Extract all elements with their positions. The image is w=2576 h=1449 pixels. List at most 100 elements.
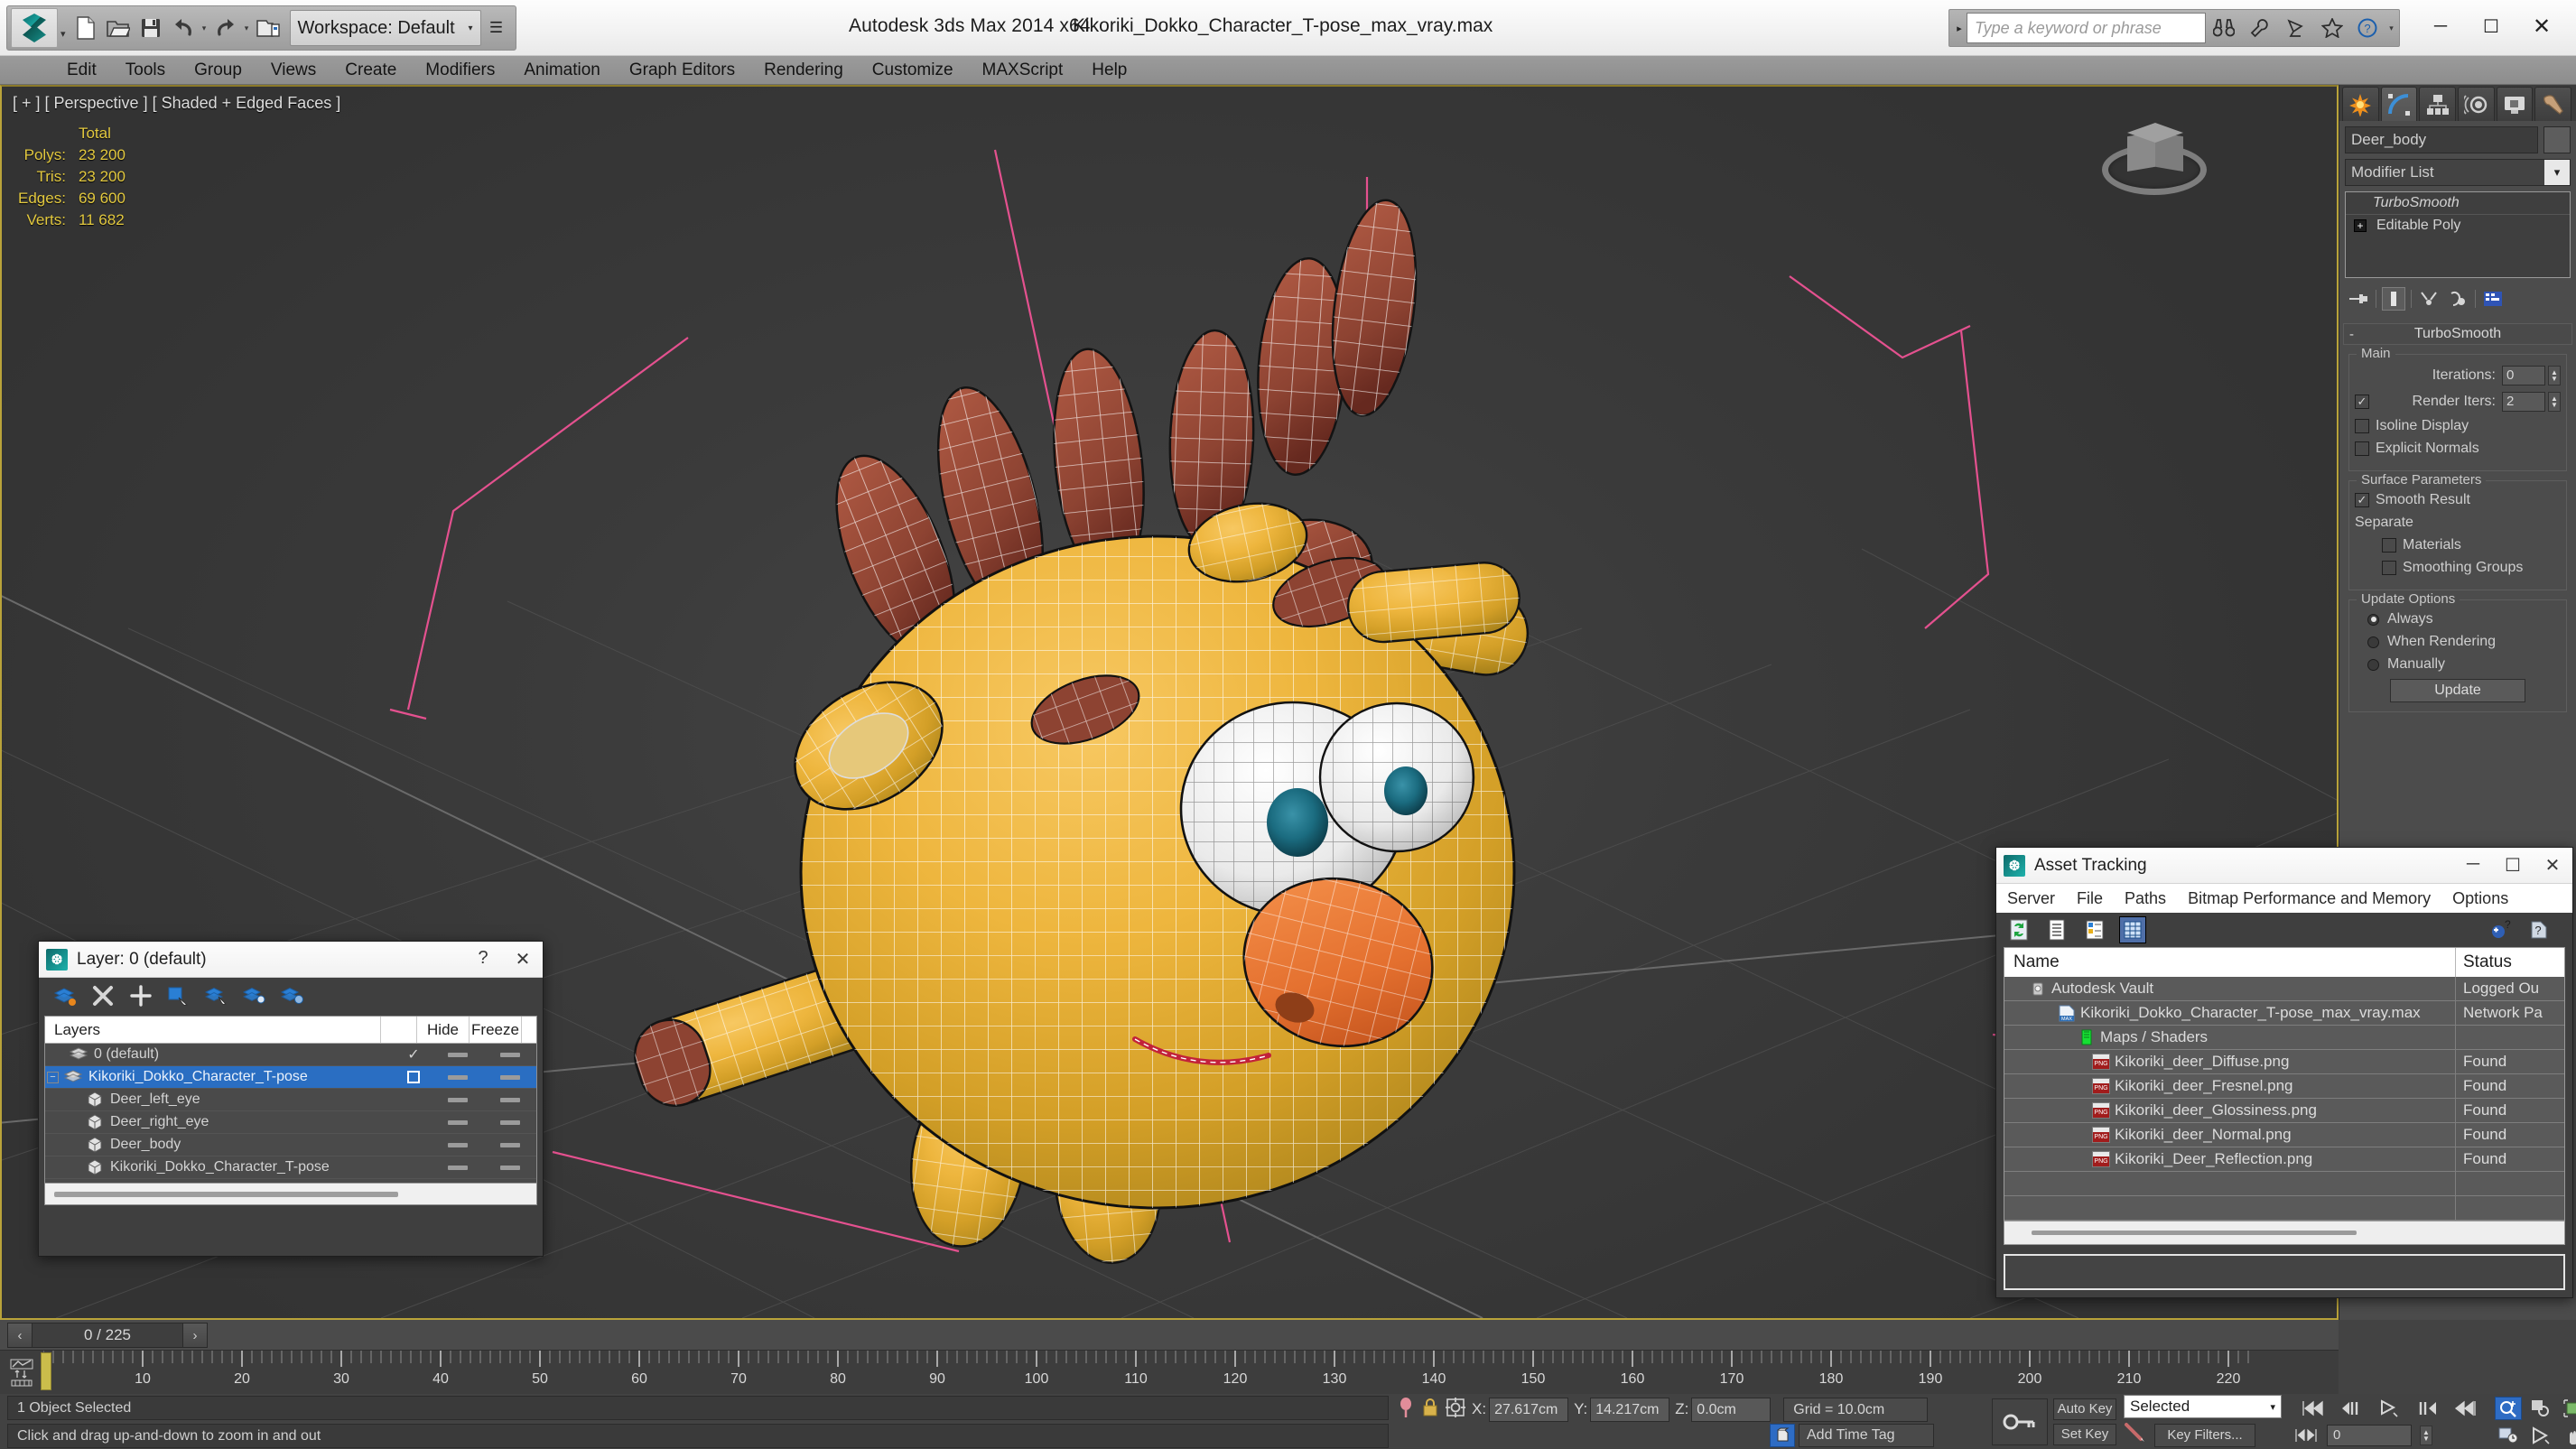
menu-graph-editors[interactable]: Graph Editors: [615, 56, 749, 85]
asset-row-max-file[interactable]: MAX Kikoriki_Dokko_Character_T-pose_max_…: [2004, 1001, 2564, 1026]
add-time-tag-button[interactable]: Add Time Tag: [1799, 1424, 1934, 1447]
set-key-pencil-icon[interactable]: [2124, 1422, 2147, 1448]
asset-maximize-button[interactable]: ☐: [2493, 854, 2533, 877]
asset-row-empty-2[interactable]: [2004, 1196, 2564, 1221]
asset-row-diffuse[interactable]: Kikoriki_deer_Diffuse.png Found: [2004, 1050, 2564, 1074]
viewcube-icon[interactable]: [2097, 107, 2212, 206]
layer-current-check[interactable]: ✓: [395, 1045, 432, 1064]
materials-checkbox[interactable]: [2382, 538, 2396, 553]
help-icon[interactable]: ?: [2525, 916, 2553, 943]
refresh-icon[interactable]: [2005, 916, 2032, 943]
list-view-icon[interactable]: [2043, 916, 2070, 943]
when-rendering-row[interactable]: When Rendering: [2355, 634, 2561, 650]
asset-dialog-titlebar[interactable]: ❆ Asset Tracking ─ ☐ ✕: [1996, 848, 2572, 884]
grid-view-icon[interactable]: [2119, 916, 2146, 943]
redo-icon[interactable]: [209, 10, 242, 46]
layer-list[interactable]: Layers Hide Freeze 0 (default) ✓ − Kikor…: [44, 1016, 537, 1205]
asset-menu-file[interactable]: File: [2077, 889, 2103, 908]
layer-freeze-toggle[interactable]: [484, 1052, 536, 1057]
create-new-layer-icon[interactable]: [51, 982, 79, 1009]
workspace-combo[interactable]: Workspace: Default ▾: [289, 10, 481, 46]
wrench-icon[interactable]: [2242, 12, 2278, 44]
absolute-mode-icon[interactable]: [1445, 1397, 1466, 1423]
modifier-stack[interactable]: TurboSmooth + Editable Poly: [2345, 191, 2571, 278]
viewport-label[interactable]: [ + ] [ Perspective ] [ Shaded + Edged F…: [13, 94, 340, 113]
details-view-icon[interactable]: [2081, 916, 2108, 943]
menu-tools[interactable]: Tools: [111, 56, 180, 85]
asset-row-fresnel[interactable]: Kikoriki_deer_Fresnel.png Found: [2004, 1074, 2564, 1099]
iterations-spinner[interactable]: 0 ▲ ▼: [2502, 366, 2561, 385]
snapshot-icon[interactable]: [1770, 1424, 1795, 1447]
z-coord-field[interactable]: 0.0cm: [1691, 1397, 1772, 1422]
undo-dropdown-icon[interactable]: ▾: [200, 10, 209, 46]
auto-key-button[interactable]: Auto Key: [2053, 1398, 2116, 1420]
render-iters-checkbox[interactable]: ✓: [2355, 395, 2369, 409]
layer-horizontal-scrollbar[interactable]: [45, 1183, 536, 1204]
menu-create[interactable]: Create: [330, 56, 411, 85]
asset-menu-bitmap-performance[interactable]: Bitmap Performance and Memory: [2188, 889, 2431, 908]
next-frame-arrow-icon[interactable]: ›: [183, 1328, 207, 1343]
explicit-normals-checkbox[interactable]: [2355, 441, 2369, 456]
show-end-result-icon[interactable]: [2382, 287, 2405, 311]
time-marker[interactable]: [41, 1352, 51, 1390]
utilities-tab[interactable]: [2534, 87, 2572, 121]
rollout-collapse-icon[interactable]: -: [2349, 327, 2354, 342]
delete-layer-icon[interactable]: [89, 982, 116, 1009]
render-iters-spinner[interactable]: 2 ▲ ▼: [2502, 392, 2561, 412]
track-bar-ruler[interactable]: 10 20 30 40 50 60 70 80 90 100 110 120 130 140 150…: [43, 1351, 2339, 1394]
smooth-result-row[interactable]: ✓ Smooth Result: [2355, 492, 2561, 508]
layer-row-deer-left-eye[interactable]: Deer_left_eye: [45, 1089, 536, 1111]
make-unique-icon[interactable]: [2417, 287, 2441, 311]
layer-help-button[interactable]: ?: [463, 948, 503, 971]
chevron-down-icon[interactable]: ▾: [2270, 1401, 2275, 1413]
layer-hide-toggle[interactable]: [432, 1052, 484, 1057]
menu-edit[interactable]: Edit: [52, 56, 111, 85]
satellite-dish-icon[interactable]: [2278, 12, 2314, 44]
menu-group[interactable]: Group: [180, 56, 256, 85]
menu-maxscript[interactable]: MAXScript: [968, 56, 1078, 85]
turbosmooth-rollout-header[interactable]: - TurboSmooth: [2343, 323, 2572, 345]
asset-menu-server[interactable]: Server: [2007, 889, 2055, 908]
menu-rendering[interactable]: Rendering: [749, 56, 858, 85]
pin-icon[interactable]: [1396, 1396, 1416, 1424]
frame-spin-buttons[interactable]: ▲ ▼: [2420, 1425, 2432, 1445]
time-slider[interactable]: ‹ 0 / 225 ›: [0, 1320, 2339, 1351]
layer-hide-toggle[interactable]: [432, 1074, 484, 1080]
search-input[interactable]: [1967, 13, 2206, 43]
search-expand-icon[interactable]: ▸: [1952, 23, 1967, 34]
minimize-button[interactable]: ─: [2415, 7, 2466, 45]
smoothing-groups-checkbox[interactable]: [2382, 561, 2396, 575]
asset-menu-options[interactable]: Options: [2452, 889, 2508, 908]
current-frame-field[interactable]: 0: [2327, 1424, 2412, 1446]
layer-dialog-titlebar[interactable]: ❆ Layer: 0 (default) ? ✕: [39, 942, 543, 978]
y-coord-field[interactable]: 14.217cm: [1590, 1397, 1670, 1422]
hierarchy-tab[interactable]: [2419, 87, 2457, 121]
layer-freeze-toggle[interactable]: [484, 1119, 536, 1125]
application-menu-button[interactable]: [11, 8, 58, 48]
previous-frame-arrow-icon[interactable]: ‹: [8, 1328, 32, 1343]
key-mode-toggle-icon[interactable]: [1992, 1398, 2048, 1445]
pan-icon[interactable]: [2560, 1424, 2576, 1447]
chevron-down-icon[interactable]: ▾: [2544, 160, 2570, 185]
track-bar[interactable]: 10 20 30 40 50 60 70 80 90 100 110 120 130 140 150…: [0, 1351, 2339, 1394]
layer-row-deer-body[interactable]: Deer_body: [45, 1134, 536, 1156]
time-config-icon[interactable]: [2495, 1424, 2522, 1447]
asset-path-field[interactable]: [2004, 1254, 2565, 1290]
motion-tab[interactable]: [2458, 87, 2495, 121]
undo-icon[interactable]: [167, 10, 200, 46]
menu-help[interactable]: Help: [1077, 56, 1141, 85]
modify-tab[interactable]: [2380, 87, 2418, 121]
render-iters-spin-buttons[interactable]: ▲ ▼: [2548, 392, 2561, 412]
menu-animation[interactable]: Animation: [509, 56, 615, 85]
save-file-icon[interactable]: [135, 10, 167, 46]
plus-box-icon[interactable]: +: [2351, 218, 2369, 233]
object-color-swatch[interactable]: [2543, 126, 2571, 153]
layer-hide-toggle[interactable]: [432, 1097, 484, 1102]
set-project-folder-icon[interactable]: [252, 10, 284, 46]
asset-row-normal[interactable]: Kikoriki_deer_Normal.png Found: [2004, 1123, 2564, 1147]
modifier-stack-item-editable-poly[interactable]: + Editable Poly: [2346, 215, 2570, 237]
update-button[interactable]: Update: [2390, 679, 2525, 702]
x-coord-field[interactable]: 27.617cm: [1489, 1397, 1569, 1422]
time-slider-handle[interactable]: ‹ 0 / 225 ›: [7, 1323, 208, 1348]
go-to-end-icon[interactable]: [2450, 1397, 2480, 1420]
